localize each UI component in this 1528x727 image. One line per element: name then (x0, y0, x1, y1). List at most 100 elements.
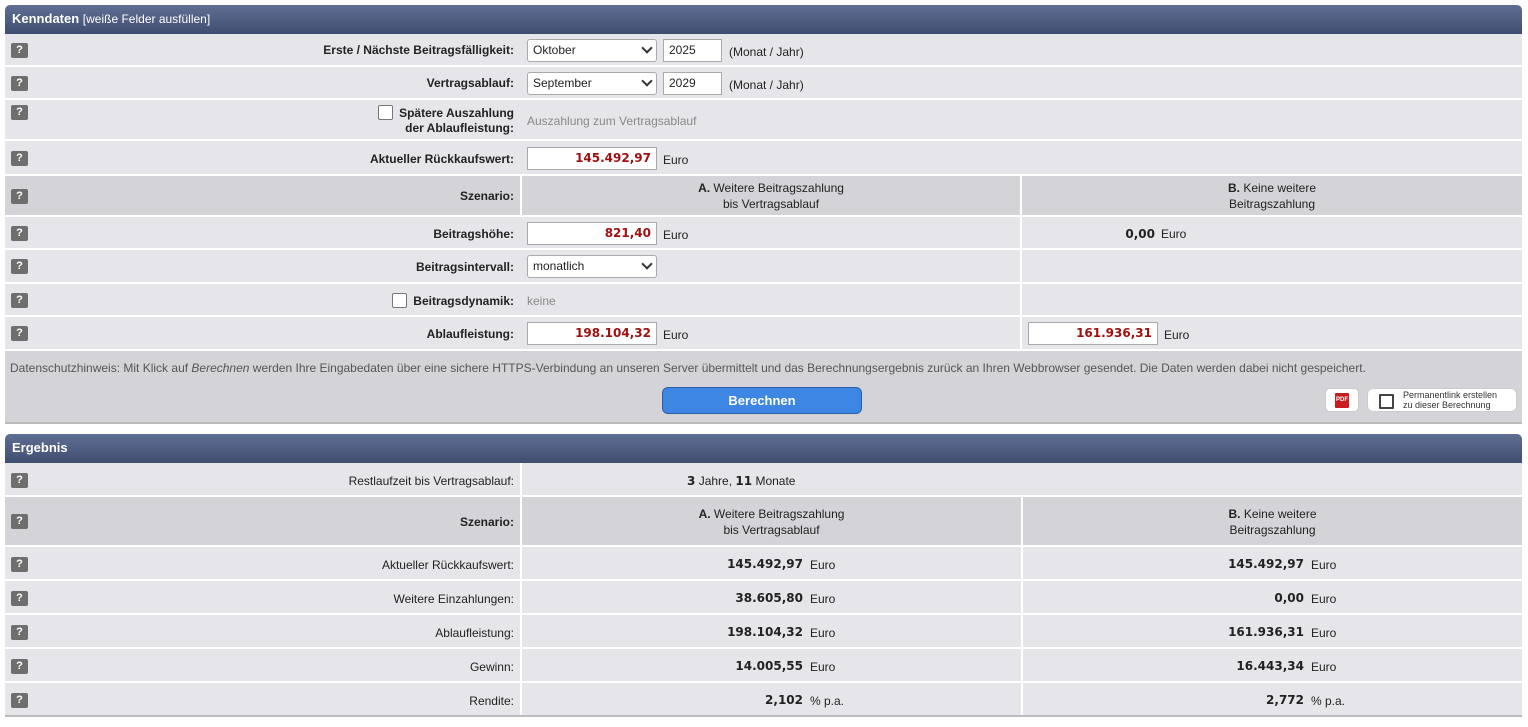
chevron-down-icon (641, 258, 653, 270)
help-icon[interactable]: ? (11, 151, 28, 166)
datenschutz-hinweis: Datenschutzhinweis: Mit Klick auf Berech… (10, 361, 1366, 375)
szenario-b-heading: B. Keine weitere Beitragszahlung (1022, 180, 1522, 212)
help-icon[interactable]: ? (11, 43, 28, 58)
szenario-a-prefix: A. (698, 181, 711, 195)
permalink-label: Permanentlink erstellen zu dieser Berech… (1403, 390, 1497, 410)
row-rueckkaufswert: ? Aktueller Rückkaufswert: 145.492,97 Eu… (5, 141, 1522, 176)
ergebnis-row-a-unit: Euro (810, 660, 836, 674)
help-icon[interactable]: ? (11, 693, 28, 708)
restlaufzeit-years-unit: Jahre, (698, 474, 733, 488)
spaetere-label-line1: Spätere Auszahlung (399, 106, 514, 120)
ergebnis-row-label: Aktueller Rückkaufswert: (381, 558, 514, 572)
column-divider (1021, 547, 1023, 579)
row-vertragsablauf: ? Vertragsablauf: September 2029 (Monat … (5, 67, 1522, 100)
column-divider (1021, 649, 1023, 681)
permalink-line1: Permanentlink erstellen (1403, 390, 1498, 400)
ergebnis-row: ? Aktueller Rückkaufswert: 145.492,97 Eu… (5, 547, 1522, 581)
column-divider (1020, 284, 1022, 315)
ergebnis-row-b-value: 161.936,31 (1228, 625, 1304, 639)
column-divider (1020, 250, 1022, 282)
ablaufleistung-a-unit: Euro (663, 328, 689, 342)
column-divider (520, 463, 522, 495)
ergebnis-row-label: Weitere Einzahlungen: (393, 592, 514, 606)
row-beitragshoehe: ? Beitragshöhe: 821,40 Euro 0,00 Euro (5, 217, 1522, 250)
ergebnis-row-a-unit: Euro (810, 592, 836, 606)
ergebnis-row-b-value: 145.492,97 (1228, 557, 1304, 571)
ergebnis-row-b-unit: Euro (1311, 592, 1337, 606)
ergebnis-szenario-a-heading: A. Weitere Beitragszahlung bis Vertragsa… (522, 506, 1021, 538)
ergebnis-row: ? Gewinn: 14.005,55 Euro 16.443,34 Euro (5, 649, 1522, 683)
ergebnis-szenario-a-prefix: A. (698, 507, 711, 521)
ergebnis-title: Ergebnis (12, 440, 68, 455)
ergebnis-row-a-value: 145.492,97 (727, 557, 803, 571)
ergebnis-row-b-unit: Euro (1311, 626, 1337, 640)
row-restlaufzeit: ? Restlaufzeit bis Vertragsablauf: 3 Jah… (5, 463, 1522, 497)
ablauf-month-select[interactable]: September (527, 72, 657, 95)
ergebnis-row-a-value: 38.605,80 (735, 591, 803, 605)
permalink-button[interactable]: Permanentlink erstellen zu dieser Berech… (1367, 388, 1517, 412)
datenschutz-text-1: Datenschutzhinweis: Mit Klick auf (10, 361, 192, 375)
beitragshoehe-input[interactable]: 821,40 (527, 222, 657, 245)
column-divider (520, 649, 522, 681)
ergebnis-row-b-value: 0,00 (1274, 591, 1304, 605)
help-icon[interactable]: ? (11, 591, 28, 606)
szenario-a-heading: A. Weitere Beitragszahlung bis Vertragsa… (522, 180, 1020, 212)
row-spaetere-auszahlung: ? Spätere Auszahlung der Ablaufleistung:… (5, 100, 1522, 141)
help-icon[interactable]: ? (11, 189, 28, 204)
ergebnis-row-b-unit: % p.a. (1311, 694, 1346, 708)
beitragsintervall-value: monatlich (533, 259, 585, 273)
berechnen-button[interactable]: Berechnen (662, 387, 862, 414)
help-icon[interactable]: ? (11, 473, 28, 488)
ablaufleistung-a-output: 198.104,32 (527, 322, 657, 345)
ablauf-unit: (Monat / Jahr) (729, 78, 804, 92)
label-szenario: Szenario: (459, 189, 514, 203)
restlaufzeit-months-unit: Monate (755, 474, 796, 488)
szenario-a-line2: bis Vertragsablauf (722, 197, 820, 211)
help-icon[interactable]: ? (11, 226, 28, 241)
kenndaten-header: Kenndaten [weiße Felder ausfüllen] (5, 5, 1522, 34)
kenndaten-panel: Kenndaten [weiße Felder ausfüllen] ? Ers… (5, 5, 1522, 424)
rueckkaufswert-unit: Euro (663, 153, 689, 167)
kenndaten-footer: Datenschutzhinweis: Mit Klick auf Berech… (5, 351, 1522, 424)
pdf-button[interactable]: PDF (1325, 388, 1359, 412)
spaetere-auszahlung-checkbox[interactable] (378, 105, 393, 120)
label-beitragsfaelligkeit: Erste / Nächste Beitragsfälligkeit: (323, 43, 514, 57)
label-beitragsintervall: Beitragsintervall: (415, 260, 514, 274)
ablauf-month-value: September (533, 76, 592, 90)
row-beitragsfaelligkeit: ? Erste / Nächste Beitragsfälligkeit: Ok… (5, 34, 1522, 67)
help-icon[interactable]: ? (11, 557, 28, 572)
kenndaten-subtitle: [weiße Felder ausfüllen] (82, 12, 211, 26)
help-icon[interactable]: ? (11, 326, 28, 341)
kenndaten-title: Kenndaten (12, 11, 80, 26)
ablaufleistung-b-output: 161.936,31 (1028, 322, 1158, 345)
beitragsintervall-select[interactable]: monatlich (527, 255, 657, 278)
datenschutz-text-2: werden Ihre Eingabedaten über eine siche… (249, 361, 1366, 375)
pdf-icon: PDF (1335, 393, 1349, 408)
column-divider (520, 683, 522, 715)
ergebnis-szenario-b-line1: Keine weitere (1243, 507, 1317, 521)
row-szenario: ? Szenario: A. Weitere Beitragszahlung b… (5, 176, 1522, 217)
ergebnis-row-b-unit: Euro (1311, 558, 1337, 572)
restlaufzeit-months: 11 (735, 474, 753, 488)
beitragsdynamik-checkbox[interactable] (392, 293, 407, 308)
faelligkeit-month-select[interactable]: Oktober (527, 39, 657, 62)
label-vertragsablauf: Vertragsablauf: (426, 76, 514, 90)
faelligkeit-year-input[interactable]: 2025 (663, 39, 722, 62)
help-icon[interactable]: ? (11, 105, 28, 120)
rueckkaufswert-input[interactable]: 145.492,97 (527, 147, 657, 170)
datenschutz-text-em: Berechnen (191, 361, 250, 375)
help-icon[interactable]: ? (11, 514, 28, 529)
label-restlaufzeit: Restlaufzeit bis Vertragsablauf: (348, 474, 514, 488)
label-ergebnis-szenario: Szenario: (459, 515, 514, 529)
help-icon[interactable]: ? (11, 659, 28, 674)
szenario-a-line1: Weitere Beitragszahlung (713, 181, 844, 195)
column-divider (1021, 683, 1023, 715)
help-icon[interactable]: ? (11, 625, 28, 640)
help-icon[interactable]: ? (11, 76, 28, 91)
ergebnis-row-label: Ablaufleistung: (435, 626, 514, 640)
help-icon[interactable]: ? (11, 293, 28, 308)
ablauf-year-input[interactable]: 2029 (663, 72, 722, 95)
help-icon[interactable]: ? (11, 259, 28, 274)
ergebnis-rows: ? Aktueller Rückkaufswert: 145.492,97 Eu… (5, 547, 1522, 717)
column-divider (1021, 615, 1023, 647)
